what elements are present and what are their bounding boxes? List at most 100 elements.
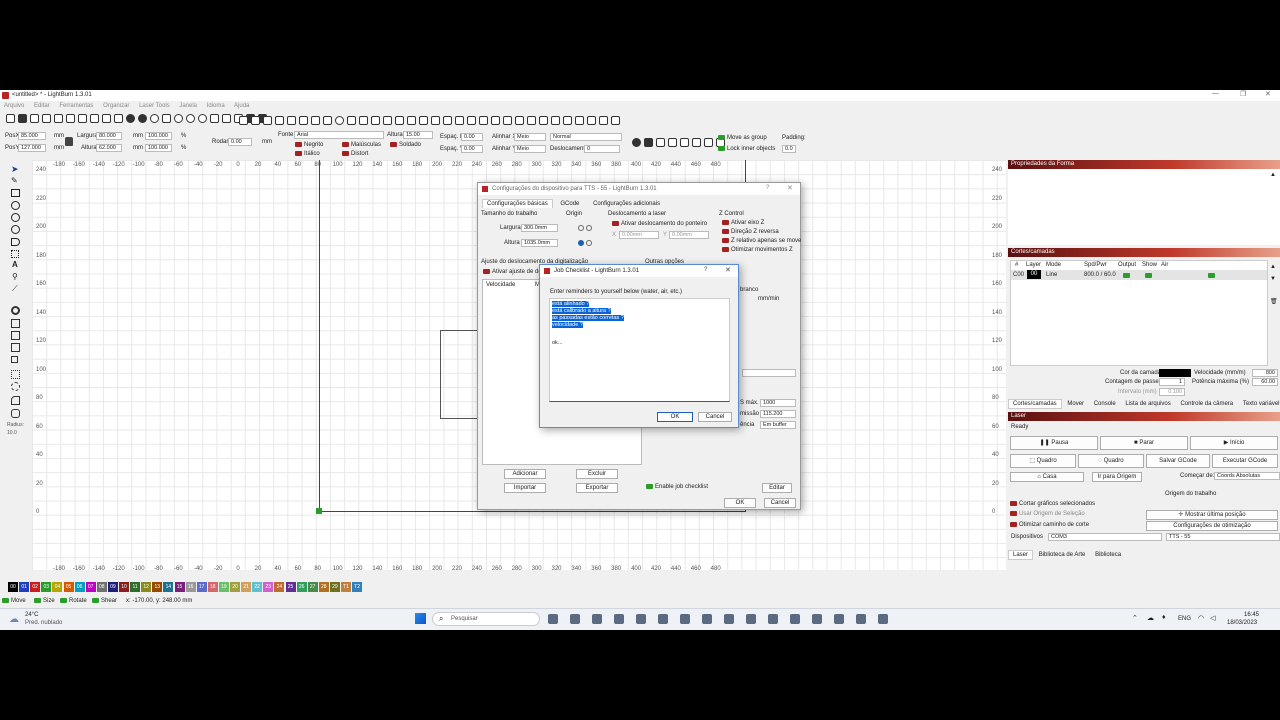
tab-mover[interactable]: Mover — [1063, 400, 1088, 408]
bot-icon[interactable] — [643, 138, 653, 147]
palette-swatch[interactable]: 13 — [152, 582, 163, 592]
menu-laser-tools[interactable]: Laser Tools — [139, 103, 170, 109]
users-icon[interactable] — [274, 116, 284, 125]
quadro-circular-button[interactable]: ◌ Quadro — [1078, 454, 1144, 468]
layer-mode[interactable]: Line — [1046, 272, 1057, 278]
move-as-group-label[interactable]: Move as group — [727, 135, 767, 141]
offset-x-input[interactable]: 0.00mm — [619, 231, 659, 239]
excluir-button[interactable]: Excluir — [576, 469, 618, 479]
weld-tool-icon[interactable] — [11, 356, 18, 363]
corner-icon[interactable] — [11, 396, 20, 405]
mirror-h-icon[interactable] — [286, 116, 296, 125]
menu-ferramentas[interactable]: Ferramentas — [59, 103, 93, 109]
offset-icon[interactable] — [11, 306, 20, 315]
palette-swatch[interactable]: 02 — [30, 582, 41, 592]
circle-icon[interactable] — [11, 225, 20, 234]
palette-swatch[interactable]: 12 — [141, 582, 152, 592]
palette-swatch[interactable]: 05 — [63, 582, 74, 592]
new-file-icon[interactable] — [5, 114, 15, 123]
rectangle-icon[interactable] — [11, 189, 20, 197]
menu-janela[interactable]: Janela — [179, 103, 197, 109]
tray-chevron-icon[interactable]: ⌃ — [1132, 614, 1138, 622]
palette-swatch[interactable]: 01 — [19, 582, 30, 592]
grid-array-icon[interactable] — [11, 370, 20, 379]
chrome-alt-icon[interactable] — [878, 614, 888, 624]
snap-icon[interactable] — [538, 116, 548, 125]
rotate-status[interactable]: Rotate — [69, 598, 87, 604]
posx-input[interactable]: 85.000 — [18, 132, 46, 140]
job-origin-grid[interactable] — [1220, 481, 1250, 511]
layer-row[interactable]: C00 00 Line 800.0 / 60.0 — [1011, 270, 1267, 280]
path-icon[interactable] — [631, 138, 641, 147]
minimize-icon[interactable]: — — [1212, 90, 1219, 97]
executar-gcode-button[interactable]: Executar GCode — [1212, 454, 1278, 468]
paste-icon[interactable] — [101, 114, 111, 123]
circular-array-icon[interactable] — [11, 382, 20, 391]
group-icon[interactable] — [238, 116, 248, 125]
quadro-button[interactable]: ⬚ Quadro — [1010, 454, 1076, 468]
copy-icon[interactable] — [89, 114, 99, 123]
select-cursor-icon[interactable]: ➤ — [11, 164, 19, 175]
pausa-button[interactable]: ❚❚ Pausa — [1010, 436, 1098, 450]
edge-icon[interactable] — [702, 614, 712, 624]
nest-icon[interactable] — [562, 116, 572, 125]
export-icon[interactable] — [65, 114, 75, 123]
onedrive-icon[interactable]: ☁ — [1147, 614, 1154, 622]
ativar-ajuste-label[interactable]: Ativar ajuste de des — [492, 269, 545, 275]
parar-button[interactable]: ■ Parar — [1100, 436, 1188, 450]
show-toggle[interactable] — [1145, 273, 1152, 278]
boolean-union-icon[interactable] — [11, 319, 20, 328]
tab-configuracoes-adicionais[interactable]: Configurações adicionais — [587, 200, 666, 208]
z-relativo-label[interactable]: Z relativo apenas se move — [731, 238, 801, 244]
palette-swatch[interactable]: T1 — [341, 582, 351, 592]
config-otimizacao-button[interactable]: Configurações de otimização — [1146, 521, 1278, 531]
tab-biblioteca[interactable]: Biblioteca — [1091, 551, 1125, 559]
largura-input[interactable]: 300.0mm — [521, 224, 558, 232]
delete-layer-icon[interactable]: 🗑 — [1270, 298, 1278, 305]
passes-input[interactable]: 1 — [1159, 378, 1185, 386]
ir-origem-button[interactable]: Ir para Origem — [1092, 472, 1142, 482]
mail-icon[interactable] — [636, 614, 646, 624]
clock-time[interactable]: 16:45 — [1244, 612, 1259, 618]
soldado-label[interactable]: Soldado — [399, 142, 421, 148]
align-right-icon[interactable] — [358, 116, 368, 125]
layer-up-icon[interactable]: ▲ — [1270, 264, 1276, 270]
office-icon[interactable] — [746, 614, 756, 624]
altura-texto-input[interactable]: 15.00 — [403, 131, 433, 139]
checklist-ok-button[interactable]: OK — [657, 412, 693, 422]
tab-controle-camera[interactable]: Controle da câmera — [1176, 400, 1237, 408]
text-tool-icon[interactable]: A — [12, 260, 18, 269]
espac-v-input[interactable]: 0.00 — [461, 145, 483, 153]
menu-ajuda[interactable]: Ajuda — [234, 103, 249, 109]
import-icon[interactable] — [53, 114, 63, 123]
arrange-grid-icon[interactable] — [526, 116, 536, 125]
palette-swatch[interactable]: 11 — [130, 582, 141, 592]
air-toggle[interactable] — [1208, 273, 1215, 278]
palette-swatch[interactable]: 17 — [196, 582, 207, 592]
palette-swatch[interactable]: 03 — [41, 582, 52, 592]
mostrar-posicao-button[interactable]: ✛ Mostrar última posição — [1146, 510, 1278, 520]
tab-console[interactable]: Console — [1090, 400, 1120, 408]
wifi-icon[interactable]: ◠ — [1198, 614, 1204, 622]
make-same-width-icon[interactable] — [454, 116, 464, 125]
ativar-eixo-z-label[interactable]: Ativar eixo Z — [731, 220, 764, 226]
camera-icon[interactable] — [221, 114, 231, 123]
casa-button[interactable]: ⌂ Casa — [1010, 472, 1084, 482]
palette-swatch[interactable]: 21 — [241, 582, 252, 592]
offset-y-input[interactable]: 0.00mm — [669, 231, 709, 239]
open-file-icon[interactable] — [17, 114, 27, 123]
user-icon[interactable] — [262, 116, 272, 125]
transfer-mode-select[interactable]: Em buffer — [760, 421, 796, 429]
palette-swatch[interactable]: 28 — [318, 582, 329, 592]
grid-icon[interactable] — [610, 116, 620, 125]
align-middle-icon[interactable] — [382, 116, 392, 125]
usar-origem-label[interactable]: Usar Origem de Seleção — [1019, 511, 1085, 517]
expand-icon[interactable] — [574, 116, 584, 125]
device-select[interactable]: TTS - 55 — [1166, 533, 1280, 541]
tab-cortes-camadas[interactable]: Cortes/camadas — [1008, 399, 1062, 409]
palette-swatch[interactable]: 24 — [274, 582, 285, 592]
palette-swatch[interactable]: 19 — [218, 582, 229, 592]
lock-inner-label[interactable]: Lock inner objects — [727, 146, 775, 152]
scale-y-input[interactable]: 100.000 — [145, 144, 172, 152]
tab-texto-variavel[interactable]: Texto variável — [1239, 400, 1280, 408]
